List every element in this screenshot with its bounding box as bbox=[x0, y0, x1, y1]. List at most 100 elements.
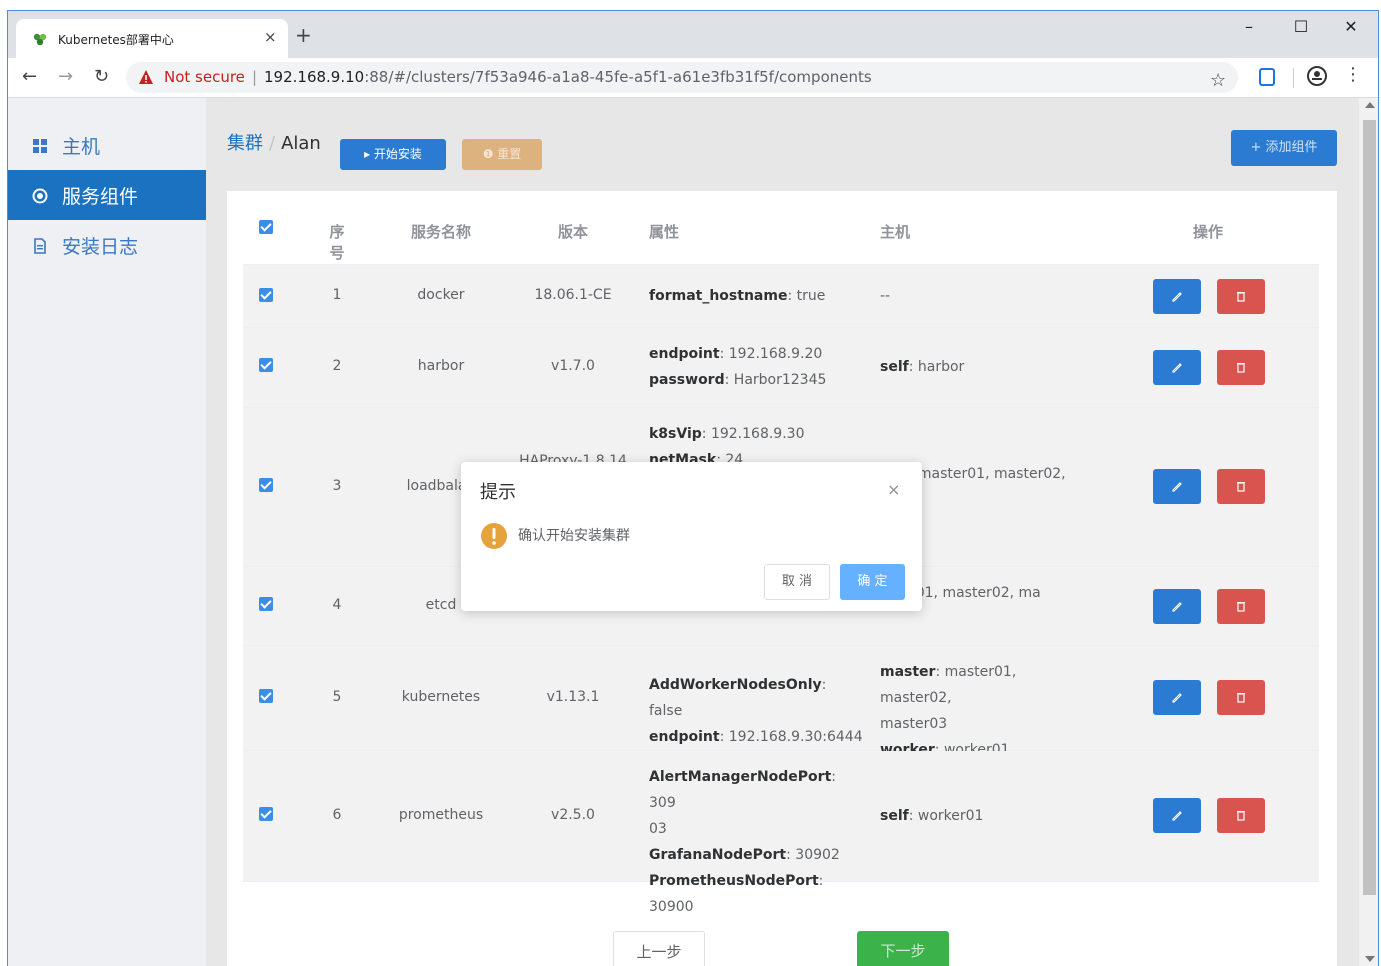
start-install-button[interactable]: ▸ 开始安装 bbox=[340, 139, 446, 170]
trash-icon bbox=[1237, 363, 1245, 373]
breadcrumb: 集群 / Alan bbox=[227, 129, 321, 155]
new-tab-icon[interactable]: + bbox=[295, 25, 312, 45]
row-name: docker bbox=[417, 287, 465, 303]
browser-toolbar: ← → ↻ Not secure | 192.168.9.10:88/#/clu… bbox=[8, 58, 1378, 98]
header-attrs: 属性 bbox=[649, 223, 680, 241]
delete-button[interactable] bbox=[1217, 279, 1265, 314]
host-value: : worker01 bbox=[908, 808, 984, 824]
edit-button[interactable] bbox=[1153, 589, 1201, 624]
edit-button[interactable] bbox=[1153, 350, 1201, 385]
scrollbar-thumb[interactable] bbox=[1363, 120, 1376, 895]
scroll-down-icon[interactable] bbox=[1365, 956, 1375, 962]
row-index: 3 bbox=[332, 478, 342, 494]
window-close-icon[interactable]: ✕ bbox=[1328, 17, 1374, 36]
select-all-checkbox[interactable] bbox=[259, 220, 273, 234]
host-key: self bbox=[880, 359, 909, 375]
row-attrs: endpoint: 192.168.9.20 password: Harbor1… bbox=[649, 341, 864, 393]
breadcrumb-root[interactable]: 集群 bbox=[227, 133, 263, 154]
delete-button[interactable] bbox=[1217, 680, 1265, 715]
row-version: 18.06.1-CE bbox=[534, 287, 612, 303]
confirm-button[interactable]: 确 定 bbox=[840, 564, 905, 600]
dialog-close-icon[interactable]: × bbox=[887, 480, 900, 499]
previous-step-button[interactable]: 上一步 bbox=[613, 931, 705, 966]
edit-button[interactable] bbox=[1153, 469, 1201, 504]
table-row: 6 prometheus v2.5.0 AlertManagerNodePort… bbox=[243, 751, 1319, 915]
delete-button[interactable] bbox=[1217, 589, 1265, 624]
table-row: 2 harbor v1.7.0 endpoint: 192.168.9.20 p… bbox=[243, 328, 1319, 408]
dialog-title: 提示 bbox=[480, 482, 516, 503]
row-index: 6 bbox=[332, 807, 342, 823]
delete-button[interactable] bbox=[1217, 798, 1265, 833]
sidebar-item-label: 安装日志 bbox=[62, 236, 139, 258]
trash-icon bbox=[1237, 811, 1245, 821]
forward-icon[interactable]: → bbox=[58, 66, 73, 87]
row-checkbox[interactable] bbox=[259, 689, 273, 703]
dialog-message: 确认开始安装集群 bbox=[518, 528, 630, 544]
attr-key: AlertManagerNodePort bbox=[649, 769, 832, 785]
trash-icon bbox=[1237, 693, 1245, 703]
edit-button[interactable] bbox=[1153, 798, 1201, 833]
row-host: master: master01, master02, master03 wor… bbox=[880, 659, 1085, 763]
tab-strip: Kubernetes部署中心 × + – ☐ ✕ bbox=[8, 11, 1378, 58]
edit-button[interactable] bbox=[1153, 279, 1201, 314]
scroll-up-icon[interactable] bbox=[1365, 102, 1375, 108]
edit-icon bbox=[1172, 693, 1182, 703]
maximize-icon[interactable]: ☐ bbox=[1278, 17, 1324, 36]
grid-icon bbox=[33, 139, 47, 153]
back-icon[interactable]: ← bbox=[22, 66, 37, 87]
document-icon bbox=[34, 238, 46, 254]
row-checkbox[interactable] bbox=[259, 807, 273, 821]
warning-circle-icon bbox=[481, 523, 507, 549]
delete-button[interactable] bbox=[1217, 469, 1265, 504]
browser-tab[interactable]: Kubernetes部署中心 × bbox=[16, 19, 288, 58]
delete-button[interactable] bbox=[1217, 350, 1265, 385]
row-host: -- bbox=[880, 283, 1085, 309]
row-checkbox[interactable] bbox=[259, 478, 273, 492]
sidebar-item-logs[interactable]: 安装日志 bbox=[8, 220, 206, 270]
host-value: : harbor bbox=[908, 359, 965, 375]
breadcrumb-current: Alan bbox=[281, 133, 321, 154]
sidebar-item-label: 主机 bbox=[62, 136, 101, 158]
reset-button[interactable]: ❶ 重置 bbox=[462, 139, 542, 170]
sidebar-item-label: 服务组件 bbox=[62, 186, 139, 208]
bookmark-star-icon[interactable]: ☆ bbox=[1210, 70, 1226, 91]
url-host: 192.168.9.10 bbox=[264, 68, 365, 86]
row-checkbox[interactable] bbox=[259, 288, 273, 302]
row-attrs: AlertManagerNodePort: 309 03 GrafanaNode… bbox=[649, 764, 864, 920]
minimize-icon[interactable]: – bbox=[1226, 17, 1272, 36]
row-checkbox[interactable] bbox=[259, 597, 273, 611]
toolbar-divider bbox=[1293, 68, 1294, 88]
extension-icon[interactable] bbox=[1259, 68, 1275, 86]
profile-icon[interactable] bbox=[1307, 66, 1327, 86]
kubernetes-favicon-icon bbox=[33, 33, 47, 46]
cancel-button[interactable]: 取 消 bbox=[764, 564, 830, 600]
reload-icon[interactable]: ↻ bbox=[94, 66, 109, 87]
attr-key: k8sVip bbox=[649, 426, 702, 442]
attr-value: 03 bbox=[649, 821, 667, 837]
edit-button[interactable] bbox=[1153, 680, 1201, 715]
row-attrs: AddWorkerNodesOnly: false endpoint: 192.… bbox=[649, 672, 864, 750]
attr-value: : true bbox=[787, 288, 826, 304]
next-step-button[interactable]: 下一步 bbox=[857, 931, 949, 966]
row-checkbox[interactable] bbox=[259, 358, 273, 372]
sidebar-item-components[interactable]: 服务组件 bbox=[8, 170, 206, 220]
sidebar-item-hosts[interactable]: 主机 bbox=[8, 120, 206, 170]
address-bar[interactable]: Not secure | 192.168.9.10:88/#/clusters/… bbox=[126, 62, 1238, 93]
page-scrollbar[interactable] bbox=[1359, 98, 1378, 966]
row-name: kubernetes bbox=[401, 689, 481, 705]
attr-key: password bbox=[649, 372, 725, 388]
add-component-button[interactable]: + 添加组件 bbox=[1231, 130, 1337, 166]
attr-value: : 192.168.9.30:6444 bbox=[719, 729, 863, 745]
edit-icon bbox=[1172, 811, 1182, 821]
header-index: 序号 bbox=[329, 223, 345, 262]
url-path: :88/#/clusters/7f53a946-a1a8-45fe-a5f1-a… bbox=[364, 68, 872, 86]
tab-close-icon[interactable]: × bbox=[264, 28, 277, 46]
header-host: 主机 bbox=[880, 223, 911, 241]
table-row: 1 docker 18.06.1-CE format_hostname: tru… bbox=[243, 265, 1319, 328]
attr-key: AddWorkerNodesOnly bbox=[649, 677, 822, 693]
breadcrumb-separator: / bbox=[269, 133, 276, 154]
row-index: 2 bbox=[332, 358, 342, 374]
browser-menu-icon[interactable]: ⋮ bbox=[1344, 64, 1362, 85]
host-key: master bbox=[880, 664, 936, 680]
header-ops: 操作 bbox=[1193, 223, 1224, 241]
